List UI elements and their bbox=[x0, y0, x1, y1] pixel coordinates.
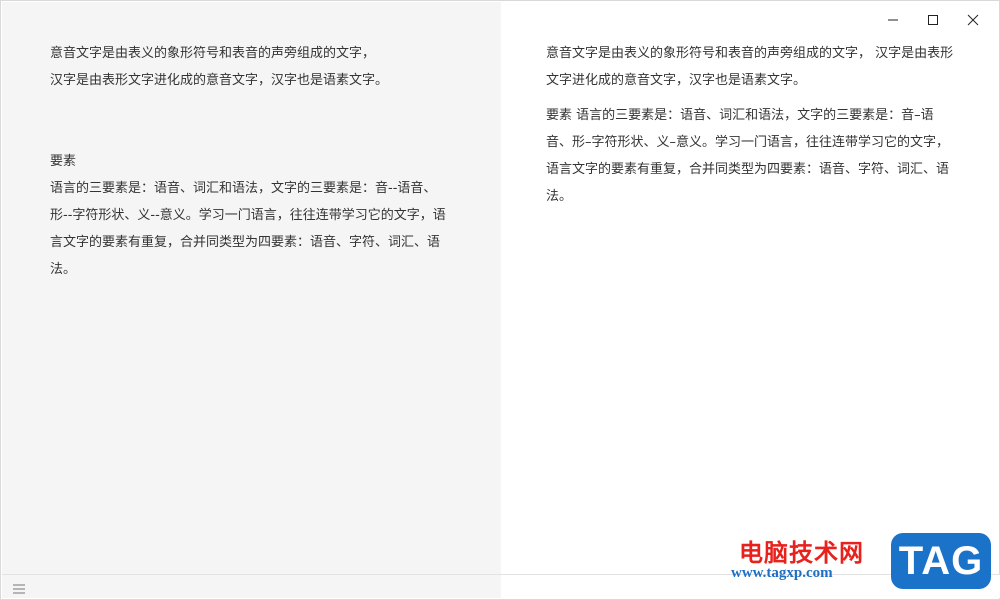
editor-textarea[interactable]: 意音文字是由表义的象形符号和表音的声旁组成的文字， 汉字是由表形文字进化成的意音… bbox=[50, 40, 450, 283]
markdown-editor-window: 意音文字是由表义的象形符号和表音的声旁组成的文字， 汉字是由表形文字进化成的意音… bbox=[0, 0, 1000, 600]
preview-paragraph: 意音文字是由表义的象形符号和表音的声旁组成的文字， 汉字是由表形文字进化成的意音… bbox=[546, 46, 954, 88]
minimize-button[interactable] bbox=[873, 7, 913, 33]
preview-pane: 意音文字是由表义的象形符号和表音的声旁组成的文字， 汉字是由表形文字进化成的意音… bbox=[501, 2, 999, 575]
minimize-icon bbox=[888, 19, 898, 21]
site-watermark: 电脑技术网 www.tagxp.com TAG bbox=[731, 531, 991, 593]
preview-content: 意音文字是由表义的象形符号和表音的声旁组成的文字， 汉字是由表形文字进化成的意音… bbox=[546, 40, 958, 218]
window-controls bbox=[873, 7, 993, 33]
preview-paragraph: 要素 语言的三要素是：语音、词汇和语法，文字的三要素是：音–语音、形–字符形状、… bbox=[546, 108, 950, 204]
close-button[interactable] bbox=[953, 7, 993, 33]
hamburger-menu-icon bbox=[13, 584, 25, 594]
hamburger-menu-button[interactable] bbox=[12, 580, 28, 594]
watermark-site-name: 电脑技术网 bbox=[739, 540, 864, 567]
maximize-button[interactable] bbox=[913, 7, 953, 33]
watermark-tag-logo: TAG bbox=[891, 533, 991, 589]
status-bar-editor-side bbox=[2, 575, 501, 598]
close-icon bbox=[967, 14, 979, 26]
maximize-icon bbox=[928, 15, 938, 25]
editor-pane[interactable]: 意音文字是由表义的象形符号和表音的声旁组成的文字， 汉字是由表形文字进化成的意音… bbox=[2, 2, 501, 575]
watermark-url: www.tagxp.com bbox=[731, 565, 833, 581]
